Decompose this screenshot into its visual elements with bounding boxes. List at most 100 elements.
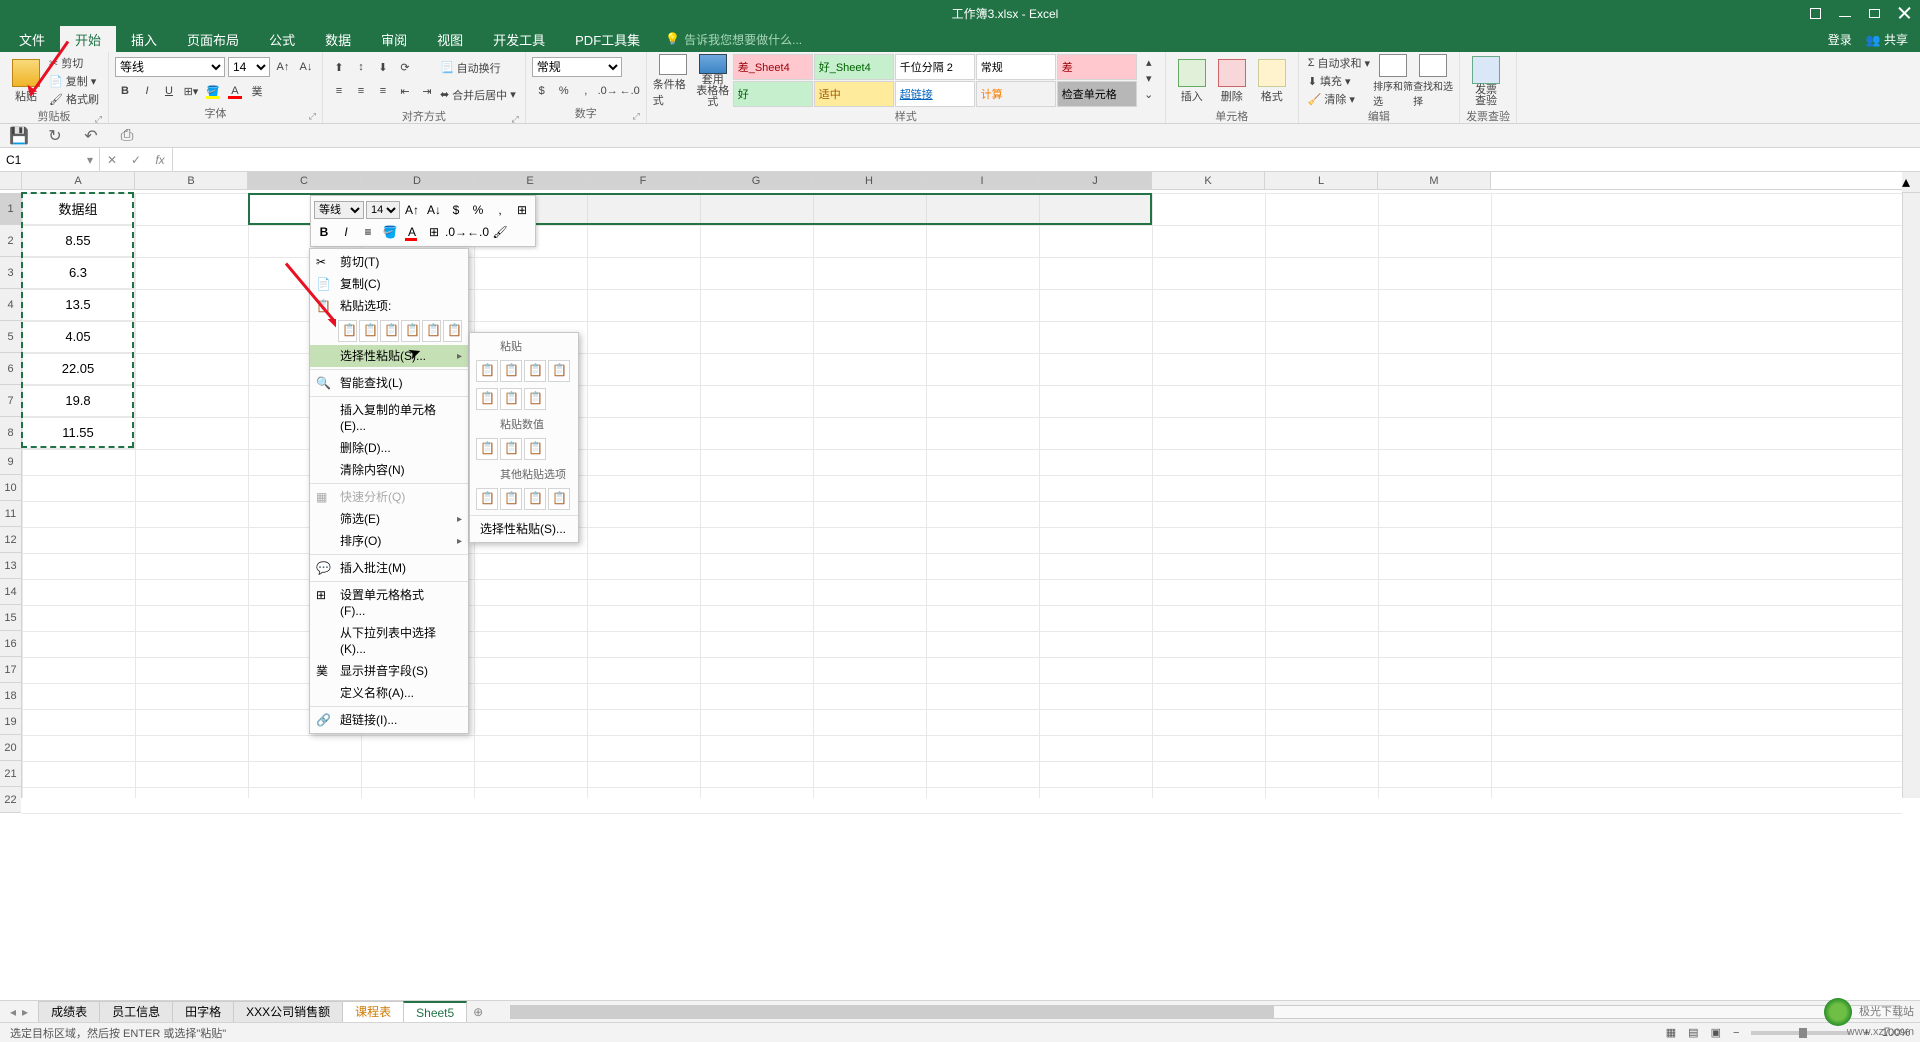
wrap-text-button[interactable]: 📃 自动换行 [440,59,516,76]
tab-data[interactable]: 数据 [310,26,366,52]
mini-inc-dec-icon[interactable]: .0→ [446,222,466,242]
print-icon[interactable]: ⎙ [118,127,136,145]
ctx-insert-comment[interactable]: 💬插入批注(M) [310,557,468,579]
paste-option-transpose-icon[interactable] [401,320,420,342]
mini-bold-icon[interactable]: B [314,222,334,242]
row-header-21[interactable]: 21 [0,761,21,787]
col-header-I[interactable]: I [926,172,1039,189]
col-header-L[interactable]: L [1265,172,1378,189]
enter-formula-icon[interactable]: ✓ [124,153,148,167]
view-page-break-icon[interactable]: ▣ [1711,1026,1721,1039]
paste-all-icon[interactable] [476,360,498,382]
increase-indent-icon[interactable]: ⇥ [417,81,437,101]
tell-me-search[interactable]: 💡 告诉我您想要做什么... [665,26,802,52]
cell-A1[interactable]: 数据组 [22,193,135,225]
style-cell-1[interactable]: 好_Sheet4 [814,54,894,80]
style-cell-7[interactable]: 超链接 [895,81,975,107]
mini-percent-icon[interactable]: % [468,200,488,220]
style-cell-2[interactable]: 千位分隔 2 [895,54,975,80]
delete-cells-button[interactable]: 删除 [1212,54,1252,108]
sheet-tab-4[interactable]: 课程表 [342,1001,404,1023]
currency-icon[interactable]: $ [532,81,552,101]
undo-icon[interactable]: ↶ [82,127,100,145]
tab-pdf-tools[interactable]: PDF工具集 [560,26,655,52]
ctx-define-name[interactable]: 定义名称(A)... [310,682,468,704]
paste-transpose-icon[interactable] [524,388,546,410]
font-color-button[interactable]: A [225,81,245,101]
col-header-H[interactable]: H [813,172,926,189]
border-button[interactable]: ⊞▾ [181,81,201,101]
cell-styles-gallery[interactable]: 差_Sheet4好_Sheet4千位分隔 2常规差好适中超链接计算检查单元格 [733,54,1137,107]
mini-comma-icon[interactable]: , [490,200,510,220]
col-header-B[interactable]: B [135,172,248,189]
tab-review[interactable]: 审阅 [366,26,422,52]
ctx-copy[interactable]: 📄复制(C) [310,273,468,295]
ctx-show-phonetic[interactable]: 菐显示拼音字段(S) [310,660,468,682]
sheet-nav-first-icon[interactable]: ◂ [10,1005,16,1019]
cancel-formula-icon[interactable]: ✕ [100,153,124,167]
mini-decrease-font-icon[interactable]: A↓ [424,200,444,220]
ctx-filter[interactable]: 筛选(E)▸ [310,508,468,530]
formula-input[interactable] [173,148,1920,171]
ctx-pick-from-dropdown[interactable]: 从下拉列表中选择(K)... [310,622,468,660]
align-bottom-icon[interactable]: ⬇ [373,57,393,77]
ctx-format-cells[interactable]: ⊞设置单元格格式(F)... [310,584,468,622]
mini-format-icon[interactable]: ⊞ [512,200,532,220]
font-size-select[interactable]: 14 [228,57,270,77]
col-header-D[interactable]: D [361,172,474,189]
tab-page-layout[interactable]: 页面布局 [172,26,254,52]
vscroll-up-icon[interactable]: ▴ [1902,172,1920,193]
style-cell-6[interactable]: 适中 [814,81,894,107]
cell-A4[interactable]: 13.5 [22,289,135,321]
tab-view[interactable]: 视图 [422,26,478,52]
decrease-decimal-icon[interactable]: ←.0 [620,81,640,101]
invoice-check-button[interactable]: 发票 查验 [1466,54,1506,108]
align-left-icon[interactable]: ≡ [329,81,349,101]
paste-option-link-icon[interactable] [443,320,462,342]
sheet-tab-5[interactable]: Sheet5 [403,1001,467,1023]
style-cell-4[interactable]: 差 [1057,54,1137,80]
sort-filter-button[interactable]: 排序和筛选 [1373,54,1413,108]
close-icon[interactable] [1898,7,1910,19]
increase-font-icon[interactable]: A↑ [273,57,293,77]
align-center-icon[interactable]: ≡ [351,81,371,101]
ribbon-display-options-icon[interactable] [1810,8,1821,19]
font-name-select[interactable]: 等线 [115,57,225,77]
mini-font-size[interactable]: 14 [366,201,400,219]
ctx-paste-special[interactable]: 选择性粘贴(S)...▸ [310,345,468,367]
col-header-F[interactable]: F [587,172,700,189]
ctx-delete[interactable]: 删除(D)... [310,437,468,459]
style-cell-8[interactable]: 计算 [976,81,1056,107]
format-cells-button[interactable]: 格式 [1252,54,1292,108]
italic-button[interactable]: I [137,81,157,101]
autosum-button[interactable]: Σ 自动求和 ▾ [1308,55,1370,72]
bold-button[interactable]: B [115,81,135,101]
row-header-22[interactable]: 22 [0,787,21,813]
row-header-8[interactable]: 8 [0,417,21,449]
paste-formulas-numfmt-icon[interactable] [524,360,546,382]
row-header-10[interactable]: 10 [0,475,21,501]
ctx-smart-lookup[interactable]: 🔍智能查找(L) [310,372,468,394]
number-format-select[interactable]: 常规 [532,57,622,77]
row-header-17[interactable]: 17 [0,657,21,683]
view-normal-icon[interactable]: ▦ [1666,1026,1676,1039]
align-top-icon[interactable]: ⬆ [329,57,349,77]
paste-option-values-icon[interactable] [359,320,378,342]
share-button[interactable]: 👥 共享 [1866,31,1908,48]
mini-format-painter-icon[interactable]: 🖌 [490,222,510,242]
insert-cells-button[interactable]: 插入 [1172,54,1212,108]
paste-values-sourcefmt-icon[interactable] [524,438,546,460]
column-headers[interactable]: ABCDEFGHIJKLM [22,172,1902,190]
ctx-cut[interactable]: ✂剪切(T) [310,251,468,273]
col-header-G[interactable]: G [700,172,813,189]
cell-A7[interactable]: 19.8 [22,385,135,417]
increase-decimal-icon[interactable]: .0→ [598,81,618,101]
style-cell-3[interactable]: 常规 [976,54,1056,80]
row-header-13[interactable]: 13 [0,553,21,579]
ctx-hyperlink[interactable]: 🔗超链接(I)... [310,709,468,731]
row-headers[interactable]: 12345678910111213141516171819202122 [0,193,22,798]
style-cell-0[interactable]: 差_Sheet4 [733,54,813,80]
orientation-icon[interactable]: ⟳ [395,57,415,77]
copy-button[interactable]: 📄 复制 ▾ [49,73,99,90]
col-header-J[interactable]: J [1039,172,1152,189]
